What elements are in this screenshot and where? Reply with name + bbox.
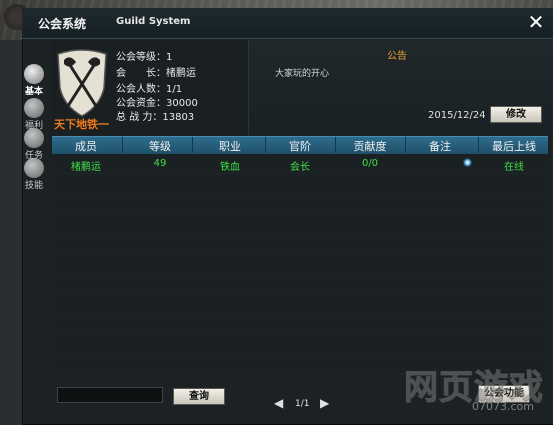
search-input[interactable] <box>57 387 163 403</box>
guild-level-row: 公会等级：1 <box>116 52 173 63</box>
title-bar[interactable] <box>22 8 553 39</box>
member-contribution: 0/0 <box>361 158 379 169</box>
note-icon[interactable] <box>463 158 472 167</box>
guild-funds-row: 公会资金：30000 <box>116 98 198 109</box>
close-icon[interactable]: ✕ <box>526 12 546 32</box>
member-table-body <box>52 154 548 378</box>
tab-skill[interactable]: 技能 <box>22 158 46 192</box>
tab-basic[interactable]: 基本 <box>22 64 46 98</box>
column-divider <box>122 137 123 153</box>
tab-task[interactable]: 任务 <box>22 128 46 162</box>
guild-shield-icon <box>57 49 107 117</box>
lion-head-icon <box>24 64 44 84</box>
column-header[interactable]: 贡献度 <box>340 138 400 154</box>
column-divider <box>405 137 406 153</box>
member-last-online: 在线 <box>504 162 524 173</box>
member-rank: 会长 <box>290 162 310 173</box>
column-header[interactable]: 备注 <box>410 138 470 154</box>
prev-page-icon[interactable]: ◀ <box>274 396 283 410</box>
column-divider <box>478 137 479 153</box>
announcement-date: 2015/12/24 <box>428 110 486 121</box>
tab-label: 技能 <box>24 181 43 191</box>
column-header[interactable]: 最后上线 <box>482 138 546 154</box>
column-header[interactable]: 等级 <box>130 138 190 154</box>
lion-head-icon <box>24 98 44 118</box>
lion-head-icon <box>24 158 44 178</box>
guild-power-row: 总 战 力：13803 <box>116 112 195 123</box>
window-title: 公会系统 <box>38 17 87 31</box>
column-header[interactable]: 成员 <box>56 138 116 154</box>
edit-announcement-button[interactable]: 修改 <box>490 106 542 123</box>
column-divider <box>192 137 193 153</box>
next-page-icon[interactable]: ▶ <box>320 396 329 410</box>
guild-leader-row: 会 长：楮鹏运 <box>116 68 196 79</box>
member-level: 49 <box>153 158 167 169</box>
site-watermark: 网页游戏 07073.com <box>404 360 550 420</box>
member-class: 铁血 <box>220 162 240 173</box>
column-divider <box>335 137 336 153</box>
member-name: 楮鹏运 <box>71 162 101 173</box>
announcement-title: 公告 <box>387 51 407 62</box>
announcement-text: 大家玩的开心 <box>275 69 330 79</box>
watermark-url: 07073.com <box>472 400 534 413</box>
guild-name: 天下地铁一 <box>54 118 109 131</box>
page-indicator: 1/1 <box>295 399 310 409</box>
lion-head-icon <box>24 128 44 148</box>
column-divider <box>265 137 266 153</box>
tab-welfare[interactable]: 福利 <box>22 98 46 132</box>
column-header[interactable]: 官阶 <box>270 138 330 154</box>
window-subtitle: Guild System <box>116 16 191 27</box>
tab-label: 基本 <box>24 87 43 97</box>
guild-members-row: 公会人数：1/1 <box>116 84 183 95</box>
search-button[interactable]: 查询 <box>173 388 225 405</box>
column-header[interactable]: 职业 <box>200 138 260 154</box>
